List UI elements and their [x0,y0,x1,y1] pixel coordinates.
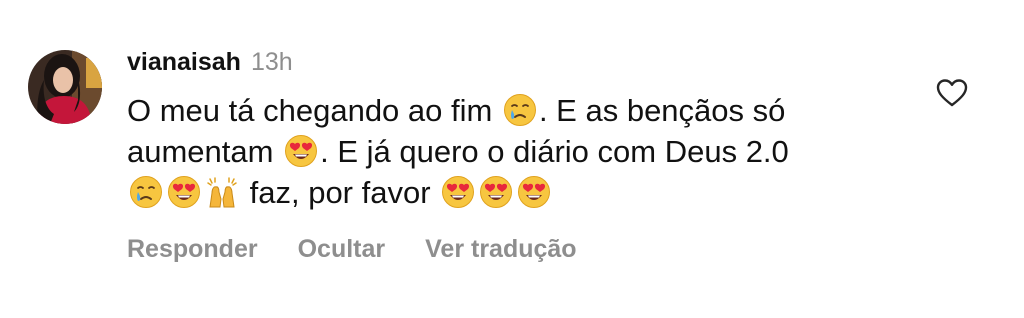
crying-face-icon [503,93,537,127]
comment-text-fragment: . E já quero o diário com Deus 2.0 [320,134,789,169]
raising-hands-icon [205,175,239,209]
hide-button[interactable]: Ocultar [298,235,386,264]
comment-time: 13h [250,48,293,76]
smiling-face-with-heart-eyes-icon [284,134,318,168]
smiling-face-with-heart-eyes-icon [167,175,201,209]
avatar-image [28,50,102,124]
comment-line-1: O meu tá chegando ao fim . E as bençãos … [127,90,887,131]
comment-line-3: faz, por favor [127,172,887,213]
heart-outline-icon [936,79,968,107]
smiling-face-with-heart-eyes-icon [441,175,475,209]
comment-text: O meu tá chegando ao fim . E as bençãos … [127,90,887,213]
crying-face-icon [129,175,163,209]
comment-item: vianaisah 13h O meu tá chegando ao fim .… [0,0,1024,318]
username[interactable]: vianaisah [127,48,241,77]
comment-text-fragment: . E as bençãos só [538,93,786,128]
comment-text-fragment: O meu tá chegando ao fim [127,93,493,128]
comment-actions: Responder Ocultar Ver tradução [127,235,927,264]
see-translation-button[interactable]: Ver tradução [425,235,576,264]
comment-text-fragment: aumentam [127,134,274,169]
reply-button[interactable]: Responder [127,235,258,264]
comment-text-fragment: faz, por favor [249,175,431,210]
smiling-face-with-heart-eyes-icon [517,175,551,209]
smiling-face-with-heart-eyes-icon [479,175,513,209]
comment-line-2: aumentam . E já quero o diário com Deus … [127,131,887,172]
avatar[interactable] [28,50,102,124]
like-button[interactable] [936,78,968,108]
comment-meta: vianaisah 13h [127,48,927,82]
comment-body: vianaisah 13h O meu tá chegando ao fim .… [127,48,927,264]
